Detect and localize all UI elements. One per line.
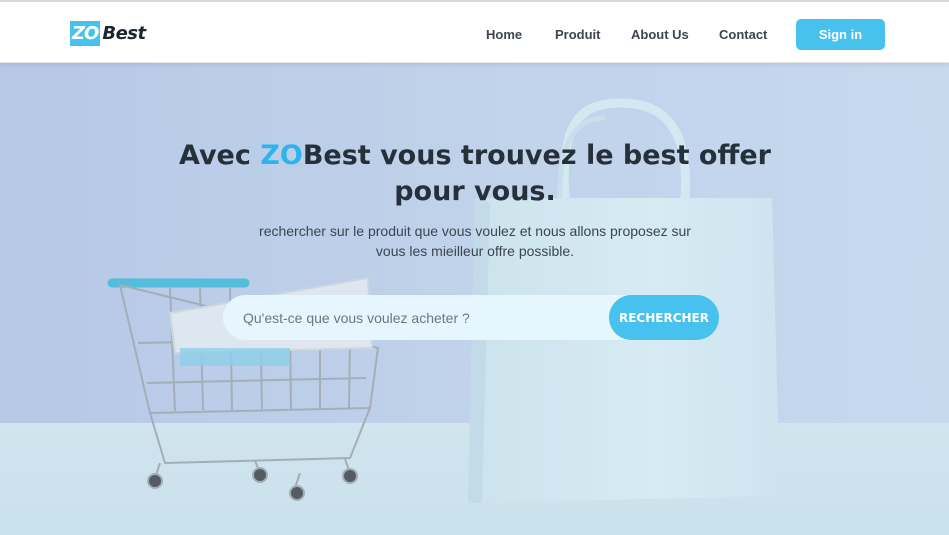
search-bar: RECHERCHER (223, 295, 719, 340)
hero-section: Avec ZOBest vous trouvez le best offer p… (0, 63, 949, 535)
logo[interactable]: ZO Best (70, 20, 146, 46)
hero-subtitle: rechercher sur le produit que vous voule… (259, 223, 691, 259)
nav-home[interactable]: Home (486, 27, 522, 42)
navbar: ZO Best Home Produit About Us Contact Si… (0, 0, 949, 63)
hero-title: Avec ZOBest vous trouvez le best offer p… (175, 138, 775, 210)
logo-text: Best (102, 22, 146, 44)
nav-about-us[interactable]: About Us (631, 27, 689, 42)
hero-title-rest: Best vous trouvez le best offer pour vou… (302, 140, 771, 207)
hero-title-prefix: Avec (179, 140, 261, 171)
sign-in-button[interactable]: Sign in (796, 19, 885, 50)
search-button[interactable]: RECHERCHER (609, 295, 719, 340)
logo-mark: ZO (70, 20, 101, 46)
hero-title-accent: ZO (260, 140, 303, 171)
nav-produit[interactable]: Produit (555, 27, 601, 42)
search-input[interactable] (243, 295, 603, 340)
nav-contact[interactable]: Contact (719, 27, 767, 42)
